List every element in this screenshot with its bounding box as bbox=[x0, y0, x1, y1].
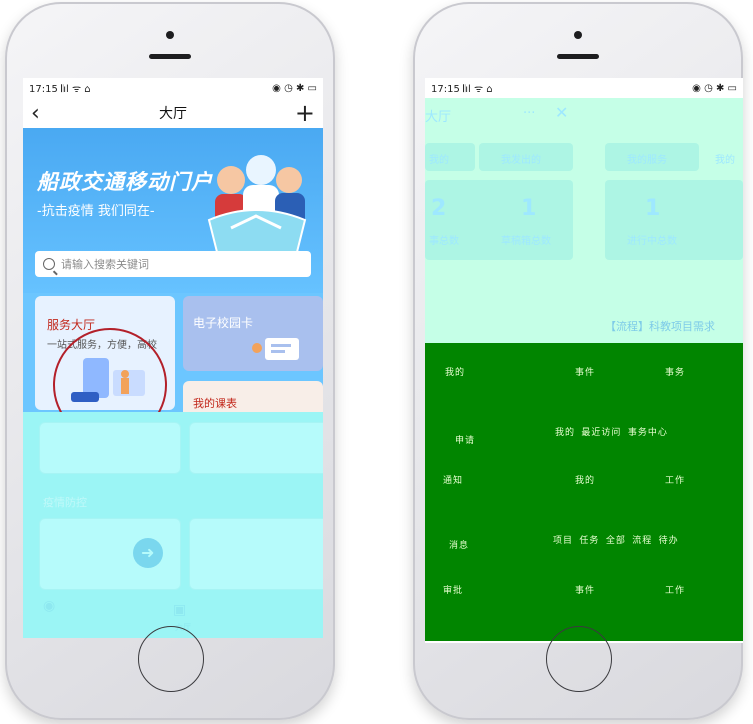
service-hall-title: 服务大厅 bbox=[47, 318, 96, 332]
glitch-text: 通知 bbox=[443, 476, 464, 486]
screen-right: 17:15 𝄃ıl ᯤ ⌂ ◉ ◷ ✱ ▭ 大厅 ··· ✕ 我的 我发出的 我… bbox=[425, 78, 743, 643]
glitched-top-area: 大厅 ··· ✕ 我的 我发出的 我的服务 我的 2 1 事总数 草稿箱总数 1… bbox=[425, 98, 743, 348]
status-time: 17:15 bbox=[431, 84, 460, 95]
home-button[interactable] bbox=[546, 626, 612, 692]
glitch-text: 工作 bbox=[665, 476, 686, 486]
search-placeholder: 请输入搜索关键词 bbox=[61, 258, 149, 271]
glitch-text: 我的 bbox=[575, 476, 596, 486]
status-bar: 17:15 𝄃ıl ᯤ ⌂ ◉ ◷ ✱ ▭ bbox=[23, 78, 323, 98]
stat-number: 1 bbox=[521, 196, 537, 221]
card-illustration bbox=[252, 338, 299, 360]
service-cards: 服务大厅 一站式服务，方便，高校 电子校园卡 我的课表 bbox=[23, 293, 323, 442]
home-button[interactable] bbox=[138, 626, 204, 692]
glitch-text: 申请 bbox=[455, 436, 476, 446]
status-icons: ◉ ◷ ✱ ▭ bbox=[692, 82, 737, 94]
faded-card bbox=[39, 422, 181, 474]
hall-tab-icon[interactable]: ▣ bbox=[173, 602, 186, 618]
glitch-text: 事件 bbox=[575, 586, 596, 596]
stat-label: 进行中总数 bbox=[627, 236, 677, 247]
banner-subtitle: -抗击疫情 我们同在- bbox=[37, 204, 155, 219]
glitch-text: 消息 bbox=[449, 541, 470, 551]
banner: 船政交通移动门户 -抗击疫情 我们同在- 请输入搜索关键词 bbox=[23, 128, 323, 293]
glitch-text: 事务 bbox=[665, 368, 686, 378]
tab-services-label: 我的服务 bbox=[627, 155, 667, 166]
stats-card bbox=[425, 180, 573, 260]
tab-extra-label: 我的 bbox=[715, 155, 735, 166]
faded-card bbox=[189, 518, 323, 590]
stat-label: 事总数 bbox=[429, 236, 459, 247]
glitch-text: 我的 最近访问 事务中心 bbox=[555, 428, 668, 438]
banner-title: 船政交通移动门户 bbox=[37, 170, 213, 194]
section-title: 疫情防控 bbox=[43, 496, 87, 509]
status-icons: ◉ ◷ ✱ ▭ bbox=[272, 82, 317, 94]
page-title-partial: 大厅 bbox=[425, 110, 452, 125]
faded-card bbox=[189, 422, 323, 474]
glitch-text: 我的 bbox=[445, 368, 466, 378]
stat-label: 草稿箱总数 bbox=[501, 236, 551, 247]
search-input[interactable]: 请输入搜索关键词 bbox=[35, 251, 311, 277]
earpiece-speaker bbox=[557, 54, 599, 59]
phone-frame-right: 17:15 𝄃ıl ᯤ ⌂ ◉ ◷ ✱ ▭ 大厅 ··· ✕ 我的 我发出的 我… bbox=[413, 2, 743, 720]
status-bar: 17:15 𝄃ıl ᯤ ⌂ ◉ ◷ ✱ ▭ bbox=[425, 78, 743, 98]
phone-frame-left: 17:15 𝄃ıl ᯤ ⌂ ◉ ◷ ✱ ▭ ‹ 大厅 + 船政交通移动门户 -抗… bbox=[5, 2, 335, 720]
nav-bar: ‹ 大厅 + bbox=[23, 98, 323, 128]
back-icon[interactable]: ‹ bbox=[31, 101, 55, 126]
glitch-text: 工作 bbox=[665, 586, 686, 596]
earpiece-speaker bbox=[149, 54, 191, 59]
campus-card[interactable]: 电子校园卡 bbox=[183, 296, 323, 371]
doctors-illustration bbox=[207, 155, 307, 259]
add-icon[interactable]: + bbox=[291, 99, 315, 127]
stats-card bbox=[605, 180, 743, 260]
screen-left: 17:15 𝄃ıl ᯤ ⌂ ◉ ◷ ✱ ▭ ‹ 大厅 + 船政交通移动门户 -抗… bbox=[23, 78, 323, 638]
faded-lower-area: 疫情防控 ◉ ▣ 大厅 bbox=[23, 412, 323, 638]
arrow-icon bbox=[133, 538, 163, 568]
signal-icon: 𝄃ıl ᯤ ⌂ bbox=[463, 84, 493, 95]
close-icon[interactable]: ✕ bbox=[555, 103, 568, 122]
process-item-text[interactable]: 【流程】科教项目需求 bbox=[605, 318, 715, 334]
glitch-text: 项目 任务 全部 流程 待办 bbox=[553, 536, 679, 546]
signal-icon: 𝄃ıl ᯤ ⌂ bbox=[61, 84, 91, 95]
stat-number: 2 bbox=[431, 196, 447, 221]
tab-mine-label: 我的 bbox=[429, 155, 449, 166]
page-title: 大厅 bbox=[159, 106, 187, 122]
front-camera bbox=[166, 31, 174, 39]
tab-sent-label: 我发出的 bbox=[501, 155, 541, 166]
more-icon[interactable]: ··· bbox=[523, 106, 535, 121]
course-card-title: 我的课表 bbox=[193, 397, 237, 410]
status-time: 17:15 bbox=[29, 84, 58, 95]
glitch-text: 审批 bbox=[443, 586, 464, 596]
search-icon bbox=[43, 258, 55, 270]
campus-card-title: 电子校园卡 bbox=[193, 316, 254, 330]
message-icon[interactable]: ◉ bbox=[43, 598, 55, 614]
front-camera bbox=[574, 31, 582, 39]
stat-number: 1 bbox=[645, 196, 661, 221]
glitched-green-area: 我的 事件 事务 申请 我的 最近访问 事务中心 通知 我的 工作 消息 项目 … bbox=[425, 343, 743, 641]
glitch-text: 事件 bbox=[575, 368, 596, 378]
